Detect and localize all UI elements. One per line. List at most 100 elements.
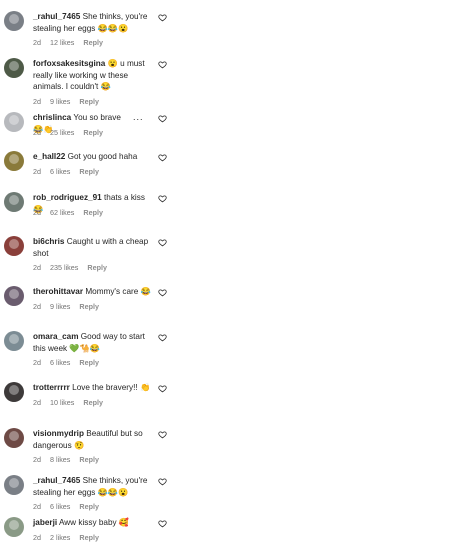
reply-button[interactable]: Reply: [87, 263, 107, 272]
comment-time[interactable]: 2d: [33, 358, 41, 367]
comment-body: jaberji Aww kissy baby 🥰: [33, 517, 151, 529]
comment-time[interactable]: 2d: [33, 38, 41, 47]
comment-username[interactable]: visionmydrip: [33, 429, 84, 438]
more-options-icon[interactable]: ...: [133, 112, 144, 122]
comment-username[interactable]: _rahul_7465: [33, 12, 80, 21]
comment-text: Love the bravery!! 👏: [72, 383, 151, 392]
heart-icon[interactable]: [158, 13, 167, 22]
heart-icon[interactable]: [158, 477, 167, 486]
comment-meta: 2d 235 likes Reply: [33, 263, 116, 272]
comment-username[interactable]: _rahul_7465: [33, 476, 80, 485]
comment-body: e_hall22 Got you good haha: [33, 151, 151, 163]
comment-username[interactable]: chrislinca: [33, 113, 71, 122]
reply-button[interactable]: Reply: [83, 398, 103, 407]
comment-body: _rahul_7465 She thinks, you're stealing …: [33, 11, 151, 34]
heart-icon[interactable]: [158, 519, 167, 528]
comment-body: trotterrrrr Love the bravery!! 👏: [33, 382, 151, 394]
avatar[interactable]: [4, 517, 24, 537]
comment-likes[interactable]: 9 likes: [50, 97, 70, 106]
comment-time[interactable]: 2d: [33, 502, 41, 511]
comment-meta: 2d 62 likes Reply: [33, 208, 112, 217]
comment-meta: 2d 12 likes Reply: [33, 38, 112, 47]
reply-button[interactable]: Reply: [83, 38, 103, 47]
comment-body: forfoxsakesitsgina 😮 u must really like …: [33, 58, 151, 93]
comment-time[interactable]: 2d: [33, 97, 41, 106]
heart-icon[interactable]: [158, 238, 167, 247]
heart-icon[interactable]: [158, 114, 167, 123]
comment-likes[interactable]: 8 likes: [50, 455, 70, 464]
comment-username[interactable]: e_hall22: [33, 152, 65, 161]
avatar[interactable]: [4, 428, 24, 448]
heart-icon[interactable]: [158, 430, 167, 439]
avatar[interactable]: [4, 58, 24, 78]
comment-meta: 2d 10 likes Reply: [33, 398, 112, 407]
reply-button[interactable]: Reply: [79, 167, 99, 176]
comments-list: _rahul_7465 She thinks, you're stealing …: [0, 0, 474, 558]
comment-likes[interactable]: 6 likes: [50, 167, 70, 176]
comment-likes[interactable]: 25 likes: [50, 128, 74, 137]
avatar[interactable]: [4, 286, 24, 306]
avatar[interactable]: [4, 11, 24, 31]
comment-likes[interactable]: 6 likes: [50, 502, 70, 511]
comment-username[interactable]: omara_cam: [33, 332, 79, 341]
comment-likes[interactable]: 235 likes: [50, 263, 78, 272]
comment-meta: 2d 25 likes Reply: [33, 128, 112, 137]
comment-time[interactable]: 2d: [33, 302, 41, 311]
reply-button[interactable]: Reply: [79, 533, 99, 542]
avatar[interactable]: [4, 151, 24, 171]
comment-meta: 2d 8 likes Reply: [33, 455, 108, 464]
reply-button[interactable]: Reply: [79, 455, 99, 464]
heart-icon[interactable]: [158, 153, 167, 162]
comment-likes[interactable]: 10 likes: [50, 398, 74, 407]
comment-meta: 2d 2 likes Reply: [33, 533, 108, 542]
reply-button[interactable]: Reply: [83, 128, 103, 137]
avatar[interactable]: [4, 331, 24, 351]
comment-time[interactable]: 2d: [33, 167, 41, 176]
comment-likes[interactable]: 6 likes: [50, 358, 70, 367]
comment-likes[interactable]: 9 likes: [50, 302, 70, 311]
comment-body: bi6chris Caught u with a cheap shot: [33, 236, 151, 259]
comment-time[interactable]: 2d: [33, 398, 41, 407]
heart-icon[interactable]: [158, 384, 167, 393]
comment-time[interactable]: 2d: [33, 128, 41, 137]
avatar[interactable]: [4, 236, 24, 256]
comment-time[interactable]: 2d: [33, 455, 41, 464]
heart-icon[interactable]: [158, 288, 167, 297]
comment-meta: 2d 9 likes Reply: [33, 97, 108, 106]
comment-body: _rahul_7465 She thinks, you're stealing …: [33, 475, 151, 498]
avatar[interactable]: [4, 112, 24, 132]
comment-body: omara_cam Good way to start this week 💚🐪…: [33, 331, 151, 354]
reply-button[interactable]: Reply: [79, 358, 99, 367]
comment-meta: 2d 6 likes Reply: [33, 167, 108, 176]
comment-username[interactable]: forfoxsakesitsgina: [33, 59, 105, 68]
comment-text: Got you good haha: [67, 152, 138, 161]
comment-time[interactable]: 2d: [33, 263, 41, 272]
comment-meta: 2d 9 likes Reply: [33, 302, 108, 311]
comment-username[interactable]: jaberji: [33, 518, 57, 527]
avatar[interactable]: [4, 192, 24, 212]
avatar[interactable]: [4, 382, 24, 402]
comment-time[interactable]: 2d: [33, 533, 41, 542]
heart-icon[interactable]: [158, 60, 167, 69]
heart-icon[interactable]: [158, 333, 167, 342]
comment-text: Mommy's care 😂: [85, 287, 151, 296]
reply-button[interactable]: Reply: [83, 208, 103, 217]
comment-meta: 2d 6 likes Reply: [33, 358, 108, 367]
comment-likes[interactable]: 12 likes: [50, 38, 74, 47]
comment-likes[interactable]: 2 likes: [50, 533, 70, 542]
comment-likes[interactable]: 62 likes: [50, 208, 74, 217]
comment-username[interactable]: bi6chris: [33, 237, 64, 246]
comment-body: therohittavar Mommy's care 😂: [33, 286, 151, 298]
reply-button[interactable]: Reply: [79, 97, 99, 106]
reply-button[interactable]: Reply: [79, 302, 99, 311]
comment-time[interactable]: 2d: [33, 208, 41, 217]
comment-username[interactable]: trotterrrrr: [33, 383, 70, 392]
comment-meta: 2d 6 likes Reply: [33, 502, 108, 511]
comment-username[interactable]: rob_rodriguez_91: [33, 193, 102, 202]
heart-icon[interactable]: [158, 194, 167, 203]
comment-text: Aww kissy baby 🥰: [58, 518, 130, 527]
comment-body: visionmydrip Beautiful but so dangerous …: [33, 428, 151, 451]
reply-button[interactable]: Reply: [79, 502, 99, 511]
avatar[interactable]: [4, 475, 24, 495]
comment-username[interactable]: therohittavar: [33, 287, 83, 296]
